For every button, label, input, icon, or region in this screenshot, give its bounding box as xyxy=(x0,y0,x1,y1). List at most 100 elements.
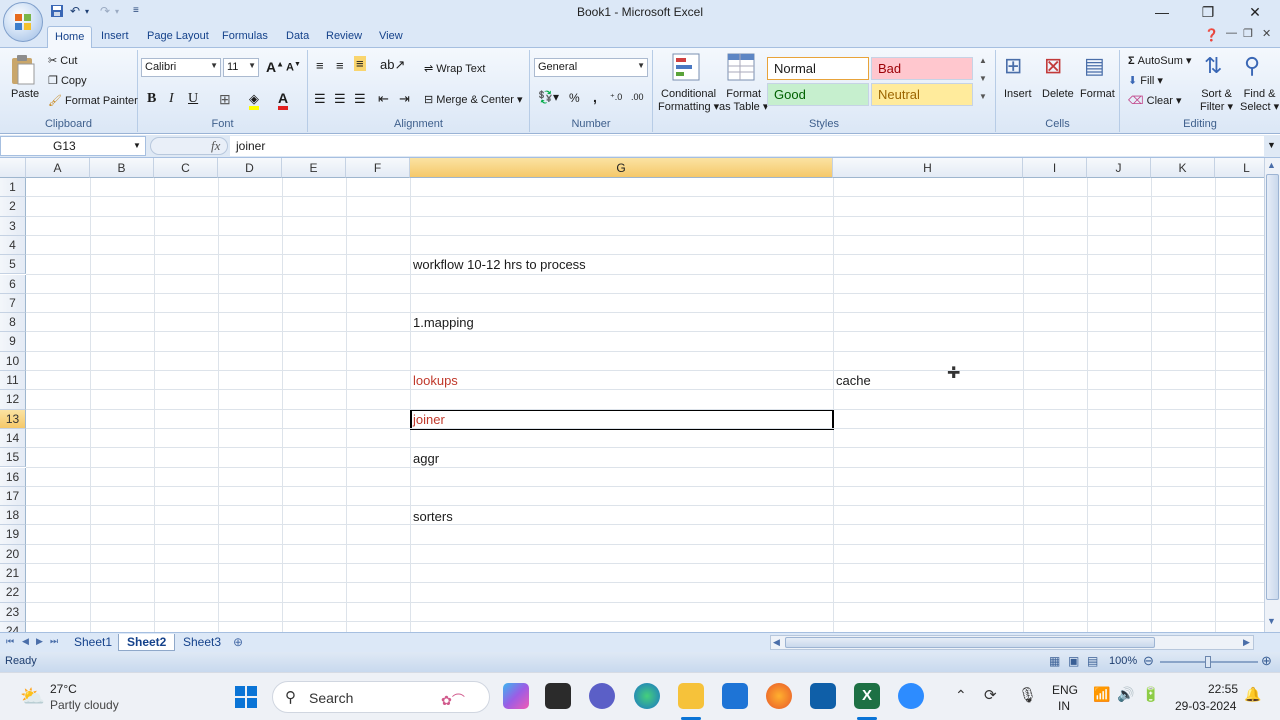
styles-more-icon[interactable]: ▼ xyxy=(979,92,987,101)
increase-decimal-icon[interactable]: ⁺.0 xyxy=(610,92,622,103)
row-header-16[interactable]: 16 xyxy=(0,467,26,487)
align-bottom-icon[interactable]: ≡ xyxy=(354,56,366,71)
formula-input[interactable]: joiner xyxy=(230,136,1264,156)
comma-button[interactable]: , xyxy=(593,89,597,105)
column-header-g[interactable]: G xyxy=(410,158,833,178)
clock-time[interactable]: 22:55 xyxy=(1208,682,1238,696)
increase-indent-icon[interactable]: ⇥ xyxy=(399,91,410,107)
page-layout-view-icon[interactable]: ▣ xyxy=(1068,654,1079,668)
format-painter-button[interactable]: 🖌 Format Painter xyxy=(48,94,138,107)
delete-cells-icon[interactable]: ⊠ xyxy=(1044,53,1062,79)
align-left-icon[interactable]: ☰ xyxy=(314,91,326,107)
grow-font-icon[interactable]: A▲ xyxy=(266,59,284,75)
copy-button[interactable]: ❐ Copy xyxy=(48,74,87,87)
cell-g5[interactable]: workflow 10-12 hrs to process xyxy=(410,255,586,274)
font-size-select[interactable]: 11 ▼ xyxy=(223,58,259,77)
delete-cells-button[interactable]: Delete xyxy=(1042,88,1074,100)
column-header-i[interactable]: I xyxy=(1023,158,1087,178)
weather-temp[interactable]: 27°C xyxy=(50,682,77,696)
volume-icon[interactable]: 🔊 xyxy=(1117,686,1134,703)
row-header-19[interactable]: 19 xyxy=(0,525,26,545)
cell-g15[interactable]: aggr xyxy=(410,449,439,468)
row-header-4[interactable]: 4 xyxy=(0,235,26,256)
row-header-18[interactable]: 18 xyxy=(0,506,26,526)
weather-desc[interactable]: Partly cloudy xyxy=(50,698,119,712)
tab-formulas[interactable]: Formulas xyxy=(222,30,268,42)
ribbon-restore-icon[interactable]: ❐ xyxy=(1243,27,1253,40)
next-sheet-icon[interactable]: ▶ xyxy=(36,636,43,647)
zoom-out-icon[interactable]: ⊖ xyxy=(1143,653,1154,669)
italic-button[interactable]: I xyxy=(169,91,174,107)
office-button[interactable] xyxy=(3,2,43,42)
language-region[interactable]: IN xyxy=(1058,699,1070,713)
tab-home[interactable]: Home xyxy=(47,26,93,49)
column-header-c[interactable]: C xyxy=(154,158,218,178)
ribbon-minimize-icon[interactable]: — xyxy=(1226,27,1237,39)
column-header-l[interactable]: L xyxy=(1215,158,1264,178)
page-break-view-icon[interactable]: ▤ xyxy=(1087,654,1098,668)
horizontal-scroll-thumb[interactable] xyxy=(785,637,1155,648)
prev-sheet-icon[interactable]: ◀ xyxy=(22,636,29,647)
horizontal-scrollbar[interactable]: ◀ ▶ xyxy=(770,635,1254,650)
format-as-table-icon[interactable] xyxy=(726,52,756,85)
cell-h11[interactable]: cache xyxy=(833,371,871,390)
name-box-dropdown-icon[interactable]: ▼ xyxy=(133,141,141,150)
style-normal[interactable]: Normal xyxy=(767,57,869,80)
tab-view[interactable]: View xyxy=(379,30,403,42)
restore-button[interactable]: ❐ xyxy=(1191,2,1225,22)
row-header-2[interactable]: 2 xyxy=(0,197,26,217)
redo-dropdown-icon[interactable]: ▾ xyxy=(115,7,119,16)
row-header-23[interactable]: 23 xyxy=(0,602,26,622)
sync-icon[interactable]: ⟳ xyxy=(984,686,997,704)
merge-center-button[interactable]: ⊟ Merge & Center ▾ xyxy=(424,93,523,106)
style-good[interactable]: Good xyxy=(767,83,869,106)
align-right-icon[interactable]: ☰ xyxy=(354,91,366,107)
font-name-select[interactable]: Calibri ▼ xyxy=(141,58,221,77)
row-header-10[interactable]: 10 xyxy=(0,351,26,371)
worksheet-grid[interactable]: A B C D E F G H I J K L workflow 10-12 h… xyxy=(0,158,1264,632)
windows-start-icon[interactable] xyxy=(234,685,258,709)
currency-icon[interactable]: 💱▾ xyxy=(538,90,559,104)
cut-button[interactable]: ✂ Cut xyxy=(48,54,77,67)
edge-browser-icon[interactable] xyxy=(634,683,660,709)
column-header-d[interactable]: D xyxy=(218,158,282,178)
chevron-up-icon[interactable]: ⌃ xyxy=(955,687,967,704)
mail-icon[interactable] xyxy=(722,683,748,709)
underline-button[interactable]: U xyxy=(188,91,198,107)
zoom-level[interactable]: 100% xyxy=(1109,655,1137,667)
name-box[interactable]: G13 xyxy=(0,136,146,156)
sheet-tab-sheet2[interactable]: Sheet2 xyxy=(118,634,176,651)
conditional-formatting-button[interactable]: Conditional Formatting ▾ xyxy=(658,88,719,114)
cell-g11[interactable]: lookups xyxy=(410,371,458,390)
autosum-button[interactable]: Σ AutoSum ▾ xyxy=(1128,54,1192,67)
align-center-icon[interactable]: ☰ xyxy=(334,91,346,107)
last-sheet-icon[interactable]: ⏭ xyxy=(50,636,58,647)
styles-scroll-down-icon[interactable]: ▼ xyxy=(979,74,987,83)
align-middle-icon[interactable]: ≡ xyxy=(336,58,344,73)
binoculars-icon[interactable]: ⚲ xyxy=(1244,53,1260,79)
row-header-6[interactable]: 6 xyxy=(0,274,26,294)
notifications-icon[interactable]: 🔔 xyxy=(1244,686,1261,703)
first-sheet-icon[interactable]: ⏮ xyxy=(6,636,14,647)
sort-filter-icon[interactable]: ⇅ xyxy=(1204,53,1222,79)
fill-button[interactable]: ⬇ Fill ▾ xyxy=(1128,74,1163,87)
clear-button[interactable]: ⌫ Clear ▾ xyxy=(1128,94,1182,107)
tab-review[interactable]: Review xyxy=(326,30,362,42)
zoom-in-icon[interactable]: ⊕ xyxy=(1261,653,1272,669)
sheet-tab-sheet3[interactable]: Sheet3 xyxy=(175,634,229,651)
conditional-formatting-icon[interactable] xyxy=(671,52,701,85)
select-all-corner[interactable] xyxy=(0,158,26,178)
row-header-24[interactable]: 24 xyxy=(0,621,26,632)
copilot-icon[interactable] xyxy=(503,683,529,709)
customize-qat-icon[interactable]: ≡ xyxy=(133,5,139,16)
find-select-button[interactable]: Find & Select ▾ xyxy=(1240,88,1279,114)
font-color-icon[interactable]: A xyxy=(278,90,289,110)
scroll-left-icon[interactable]: ◀ xyxy=(773,637,780,648)
vertical-scrollbar[interactable]: ▲ ▼ xyxy=(1264,158,1280,632)
row-header-20[interactable]: 20 xyxy=(0,544,26,564)
row-header-14[interactable]: 14 xyxy=(0,428,26,449)
insert-cells-icon[interactable]: ⊞ xyxy=(1004,53,1022,79)
sort-filter-button[interactable]: Sort & Filter ▾ xyxy=(1200,88,1233,114)
store-icon[interactable] xyxy=(810,683,836,709)
paste-button[interactable]: Paste xyxy=(11,88,39,100)
